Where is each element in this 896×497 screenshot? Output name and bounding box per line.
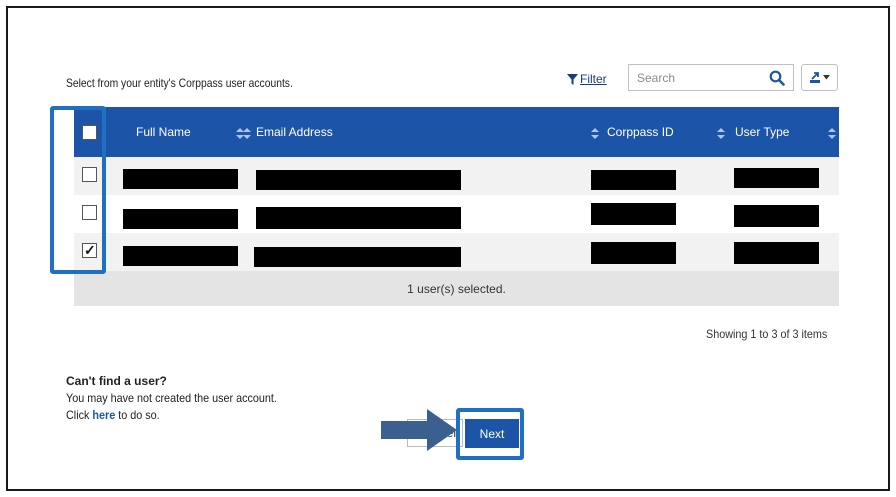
redacted-user-type (734, 242, 819, 264)
table-row[interactable] (74, 233, 839, 271)
magnifier-icon (769, 70, 785, 86)
header-corppass-id[interactable]: Corppass ID (607, 125, 674, 139)
header-full-name-label: Full Name (136, 125, 191, 139)
header-user-type-label: User Type (735, 125, 790, 139)
redacted-full-name (123, 246, 238, 266)
highlight-next-button (456, 408, 524, 460)
sort-icon[interactable] (828, 128, 836, 139)
help-line-2-suffix: to do so. (118, 408, 160, 422)
help-title: Can't find a user? (66, 374, 167, 388)
redacted-email (256, 207, 461, 229)
redacted-user-type (734, 168, 819, 188)
help-line-1: You may have not created the user accoun… (66, 391, 277, 405)
filter-link[interactable]: Filter (567, 72, 607, 86)
selection-summary: 1 user(s) selected. (74, 271, 839, 306)
redacted-email (254, 247, 461, 267)
redacted-email (256, 170, 461, 190)
export-icon (810, 71, 820, 83)
search-input[interactable] (629, 65, 759, 90)
search-box (628, 64, 794, 91)
help-line-2: Click here to do so. (66, 408, 160, 422)
highlight-checkbox-column (50, 106, 106, 274)
redacted-user-type (734, 205, 819, 227)
pointer-arrow-icon (381, 409, 457, 451)
redacted-corppass-id (591, 170, 676, 190)
intro-suffix: user accounts. (225, 76, 293, 90)
header-corppass-id-label: Corppass ID (607, 125, 674, 139)
caret-down-icon (823, 75, 830, 80)
header-email-label: Email Address (256, 125, 333, 139)
intro-brand: Corppass (178, 76, 223, 90)
here-link[interactable]: here (92, 408, 115, 422)
selection-summary-text: 1 user(s) selected. (407, 281, 506, 296)
redacted-corppass-id (591, 242, 676, 264)
table-header: Full Name Email Address Corppass ID User… (74, 107, 839, 157)
header-email[interactable]: Email Address (256, 125, 333, 139)
sort-icon[interactable] (591, 128, 599, 139)
redacted-full-name (123, 209, 238, 229)
table-row[interactable] (74, 157, 839, 195)
intro-text: Select from your entity's Corppass user … (66, 76, 293, 90)
users-table: Full Name Email Address Corppass ID User… (74, 107, 839, 306)
export-button[interactable] (801, 64, 838, 91)
redacted-full-name (123, 169, 238, 189)
sort-icon[interactable] (243, 128, 251, 139)
table-row[interactable] (74, 195, 839, 233)
header-full-name[interactable]: Full Name (136, 125, 191, 139)
filter-label: Filter (580, 72, 607, 86)
redacted-corppass-id (591, 203, 676, 225)
sort-icon[interactable] (717, 128, 725, 139)
intro-prefix: Select from your entity's (66, 76, 176, 90)
help-line-2-prefix: Click (66, 408, 90, 422)
search-button[interactable] (767, 68, 787, 88)
filter-icon (567, 73, 578, 85)
pagination-summary: Showing 1 to 3 of 3 items (706, 327, 828, 341)
header-user-type[interactable]: User Type (735, 125, 789, 139)
